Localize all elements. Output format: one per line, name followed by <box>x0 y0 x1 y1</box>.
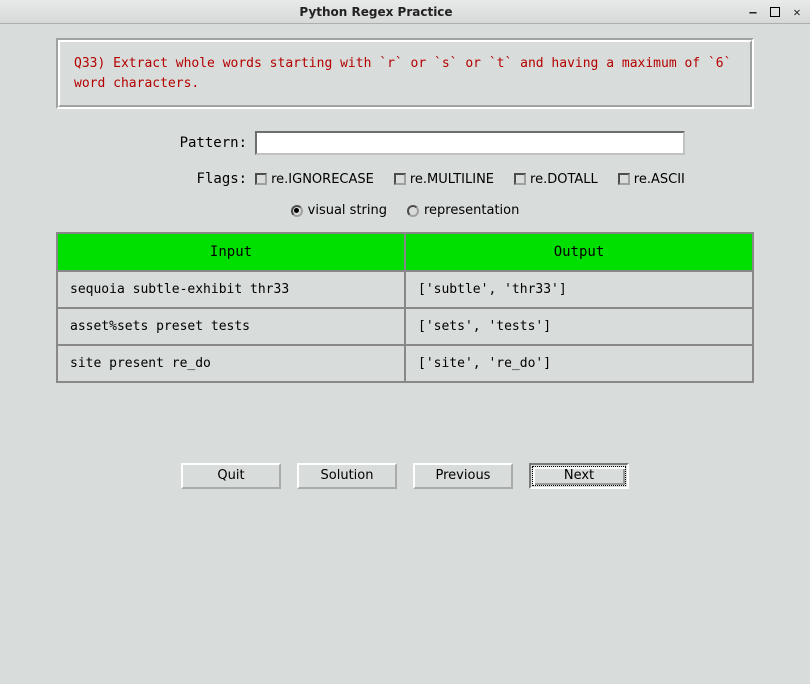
flag-label: re.IGNORECASE <box>271 172 374 187</box>
flags-label: Flags: <box>125 171 247 187</box>
cell-input: sequoia subtle-exhibit thr33 <box>57 271 405 308</box>
flag-dotall[interactable]: re.DOTALL <box>514 172 598 187</box>
checkbox-icon <box>514 173 526 185</box>
next-button[interactable]: Next <box>529 463 629 489</box>
flags-group: re.IGNORECASE re.MULTILINE re.DOTALL re.… <box>255 172 685 187</box>
cell-input: site present re_do <box>57 345 405 382</box>
table-row: sequoia subtle-exhibit thr33 ['subtle', … <box>57 271 753 308</box>
cell-output: ['site', 're_do'] <box>405 345 753 382</box>
flag-ascii[interactable]: re.ASCII <box>618 172 685 187</box>
radio-label: visual string <box>308 203 387 218</box>
radio-visual-string[interactable]: visual string <box>291 203 387 218</box>
radio-icon <box>407 205 419 217</box>
flag-label: re.ASCII <box>634 172 685 187</box>
question-panel: Q33) Extract whole words starting with `… <box>56 38 754 109</box>
minimize-icon[interactable] <box>746 5 760 19</box>
view-mode-row: visual string representation <box>20 203 790 218</box>
question-text: Q33) Extract whole words starting with `… <box>58 40 752 107</box>
flag-multiline[interactable]: re.MULTILINE <box>394 172 494 187</box>
radio-representation[interactable]: representation <box>407 203 519 218</box>
maximize-icon[interactable] <box>770 7 780 17</box>
window-buttons <box>746 5 804 19</box>
checkbox-icon <box>255 173 267 185</box>
io-table: Input Output sequoia subtle-exhibit thr3… <box>56 232 754 383</box>
pattern-input[interactable] <box>255 131 685 155</box>
header-output: Output <box>405 233 753 271</box>
table-row: asset%sets preset tests ['sets', 'tests'… <box>57 308 753 345</box>
pattern-row: Pattern: <box>20 131 790 155</box>
flag-label: re.MULTILINE <box>410 172 494 187</box>
pattern-label: Pattern: <box>125 135 247 151</box>
flag-ignorecase[interactable]: re.IGNORECASE <box>255 172 374 187</box>
button-row: Quit Solution Previous Next <box>20 463 790 489</box>
checkbox-icon <box>394 173 406 185</box>
flag-label: re.DOTALL <box>530 172 598 187</box>
cell-output: ['subtle', 'thr33'] <box>405 271 753 308</box>
table-row: site present re_do ['site', 're_do'] <box>57 345 753 382</box>
previous-button[interactable]: Previous <box>413 463 513 489</box>
radio-label: representation <box>424 203 519 218</box>
checkbox-icon <box>618 173 630 185</box>
cell-output: ['sets', 'tests'] <box>405 308 753 345</box>
radio-icon <box>291 205 303 217</box>
quit-button[interactable]: Quit <box>181 463 281 489</box>
cell-input: asset%sets preset tests <box>57 308 405 345</box>
close-icon[interactable] <box>790 5 804 19</box>
solution-button[interactable]: Solution <box>297 463 397 489</box>
header-input: Input <box>57 233 405 271</box>
client-area: Q33) Extract whole words starting with `… <box>0 24 810 503</box>
window-title: Python Regex Practice <box>6 5 746 19</box>
flags-row: Flags: re.IGNORECASE re.MULTILINE re.DOT… <box>20 171 790 187</box>
titlebar: Python Regex Practice <box>0 0 810 24</box>
table-header-row: Input Output <box>57 233 753 271</box>
